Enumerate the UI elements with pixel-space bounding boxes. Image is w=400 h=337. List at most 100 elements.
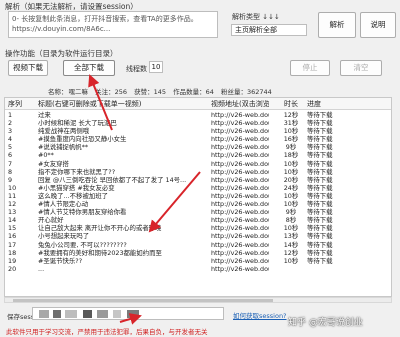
table-row[interactable]: 19 #圣诞节快乐?? http://v26-web.douyi... 10秒等待下载 bbox=[5, 256, 391, 265]
row-index: 13 bbox=[8, 208, 17, 217]
row-title: 回复 @八三倒吃吞论 早回依都了不起了发了 14号... bbox=[38, 175, 187, 184]
table-row[interactable]: 17 兔兔小公司要, 不可以???????? http://v26-web.douy… bbox=[5, 240, 391, 249]
table-row[interactable]: 8 指不定你哪下来也就黑了?? http://v26-web.douyi... 10秒… bbox=[5, 167, 391, 176]
table-row[interactable]: 1 过来 http://v26-web.douyi... 12秒等待下载 bbox=[5, 111, 391, 119]
header-url: 视频地址(双击浏览) bbox=[211, 100, 269, 108]
row-status: 等待下载 bbox=[307, 216, 333, 225]
video-download-button[interactable]: 视频下载 bbox=[8, 60, 48, 76]
table-row[interactable]: 3 纯爱战神在两侧哦 http://v26-web.douyi... 10秒等待下载 bbox=[5, 127, 391, 136]
redacted-mosaic bbox=[127, 310, 139, 318]
row-url: http://v26-web.douyi... bbox=[211, 119, 269, 128]
row-index: 4 bbox=[8, 135, 13, 144]
table-row[interactable]: 15 让自己敌大起来 离开让你不开心的或者环境 http://v26-web.dou… bbox=[5, 224, 391, 233]
row-status: 等待下载 bbox=[307, 208, 333, 217]
table-row[interactable]: 18 #我要拥有的美好和期待2023都能如约而至 http://v26-web.do… bbox=[5, 248, 391, 257]
redacted-mosaic bbox=[39, 310, 49, 318]
row-index: 10 bbox=[8, 183, 17, 192]
fans-count: 粉丝量：362744 bbox=[220, 88, 272, 96]
row-index: 17 bbox=[8, 240, 17, 249]
row-duration: 9秒 bbox=[285, 208, 297, 217]
threads-input[interactable]: 10 bbox=[149, 61, 163, 73]
row-status: 等待下载 bbox=[307, 224, 333, 233]
name-label: 名称： bbox=[48, 88, 68, 96]
table-row[interactable]: 10 #小黑猫穿搭 #我女友必变 http://v26-web.douyi... 24… bbox=[5, 183, 391, 192]
watermark: 知乎 @宏哥说创业 bbox=[288, 318, 363, 328]
row-url: http://v26-web.douyi... bbox=[211, 159, 269, 168]
table-row[interactable]: 7 #女友穿搭 http://v26-web.douyi... 10秒等待下载 bbox=[5, 159, 391, 168]
name-value: 嘿二嘛 bbox=[68, 88, 89, 96]
row-index: 20 bbox=[8, 264, 17, 273]
app-window: 解析（如果无法解析，请设置session） 0- 长按复制此条消息，打开抖音搜索… bbox=[0, 0, 400, 337]
ops-group-title: 操作功能（目录为软件运行目录） bbox=[5, 49, 118, 58]
row-status: 等待下载 bbox=[307, 232, 333, 241]
row-index: 16 bbox=[8, 232, 17, 241]
row-index: 8 bbox=[8, 167, 13, 176]
row-duration: 10秒 bbox=[283, 127, 299, 136]
video-table[interactable]: 序列 标题(右键可删除或下载单一视频) 视频地址(双击浏览) 时长 进度 1 过来… bbox=[4, 97, 392, 297]
row-status: 等待下载 bbox=[307, 248, 333, 257]
row-title: #女友穿搭 bbox=[38, 159, 69, 168]
clear-button[interactable]: 清空 bbox=[340, 60, 382, 76]
row-duration: 24秒 bbox=[283, 183, 299, 192]
row-title: #情人节艾特你男朋友穿给你看 bbox=[38, 208, 127, 217]
table-row[interactable]: 5 #说说捕捉帆帆** http://v26-web.douyi... 9秒 等待下载 bbox=[5, 143, 391, 152]
row-duration: 16秒 bbox=[283, 135, 299, 144]
row-url: http://v26-web.douyi... bbox=[211, 208, 269, 217]
session-help-link[interactable]: 如何获取session? bbox=[233, 310, 287, 320]
row-duration: 10秒 bbox=[283, 224, 299, 233]
row-duration: 8秒 bbox=[285, 216, 297, 225]
row-index: 14 bbox=[8, 216, 17, 225]
row-index: 11 bbox=[8, 191, 17, 200]
table-row[interactable]: 13 #情人节艾特你男朋友穿给你看 http://v26-web.douyi... 9… bbox=[5, 208, 391, 217]
row-duration: 13秒 bbox=[283, 232, 299, 241]
row-title: 过来 bbox=[38, 111, 51, 119]
row-title: ... bbox=[38, 264, 45, 273]
parse-type-select[interactable]: 主页解析全部 bbox=[231, 24, 307, 36]
session-input[interactable] bbox=[32, 307, 224, 320]
scrollbar-thumb[interactable] bbox=[13, 299, 273, 302]
stop-button[interactable]: 停止 bbox=[290, 60, 330, 76]
row-index: 5 bbox=[8, 143, 13, 152]
table-body: 1过来http://v26-web.douyi...12秒等待下载2小时候和稀泥… bbox=[5, 111, 391, 273]
row-title: 兔兔小公司要, 不可以???????? bbox=[38, 240, 127, 249]
header-duration: 时长 bbox=[284, 100, 298, 108]
row-title: 开心就好 bbox=[38, 216, 64, 225]
table-row[interactable]: 20... http://v26-web.douyi... bbox=[5, 264, 391, 273]
row-status: 等待下载 bbox=[307, 200, 333, 209]
parse-button[interactable]: 解析 bbox=[318, 12, 356, 38]
redacted-mosaic bbox=[65, 310, 77, 318]
row-url: http://v26-web.douyi... bbox=[211, 111, 269, 119]
row-status: 等待下载 bbox=[307, 127, 333, 136]
table-row[interactable]: 14 开心就好 http://v26-web.douyi... 8秒 等待下载 bbox=[5, 216, 391, 225]
row-url: http://v26-web.douyi... bbox=[211, 135, 269, 144]
row-url: http://v26-web.douyi... bbox=[211, 216, 269, 225]
row-index: 9 bbox=[8, 175, 13, 184]
row-duration: 31秒 bbox=[283, 119, 299, 128]
table-row[interactable]: 6 #0** http://v26-web.douyi... 18秒等待下载 bbox=[5, 151, 391, 160]
row-url: http://v26-web.douyi... bbox=[211, 256, 269, 265]
table-header: 序列 标题(右键可删除或下载单一视频) 视频地址(双击浏览) 时长 进度 bbox=[5, 98, 391, 110]
row-url: http://v26-web.douyi... bbox=[211, 248, 269, 257]
all-download-button[interactable]: 全部下载 bbox=[63, 60, 115, 76]
redacted-mosaic bbox=[97, 310, 108, 318]
table-row[interactable]: 12 #情人节限定心动 http://v26-web.douyi... 10秒等待下载 bbox=[5, 200, 391, 209]
row-index: 7 bbox=[8, 159, 13, 168]
row-status: 等待下载 bbox=[307, 111, 333, 119]
help-button[interactable]: 说明 bbox=[360, 12, 396, 38]
table-row[interactable]: 9 回复 @八三倒吃吞论 早回依都了不起了发了 14号... http://v26-… bbox=[5, 175, 391, 184]
table-row[interactable]: 11 这么晚了...不移被加班了 http://v26-web.douyi... 10… bbox=[5, 191, 391, 200]
table-row[interactable]: 2 小时候和稀泥 长大了玩泥巴 http://v26-web.douyi... 31秒… bbox=[5, 119, 391, 128]
row-index: 2 bbox=[8, 119, 13, 128]
account-info: 名称：嘿二嘛 关注：256 获赞：145 作品数量：64 粉丝量：362744 bbox=[48, 86, 277, 96]
row-title: 纯爱战神在两侧哦 bbox=[38, 127, 90, 136]
row-title: #0** bbox=[38, 151, 54, 160]
row-url: http://v26-web.douyi... bbox=[211, 167, 269, 176]
row-title: 小号想起来玩吗了 bbox=[38, 232, 90, 241]
share-link-input[interactable]: 0- 长按复制此条消息，打开抖音搜索，查看TA的更多作品。https://v.d… bbox=[8, 11, 218, 38]
row-status: 等待下载 bbox=[307, 119, 333, 128]
horizontal-scrollbar[interactable] bbox=[4, 297, 392, 303]
table-row[interactable]: 4 #摸鱼重度内向社恐又静小女生 http://v26-web.douyi... 16… bbox=[5, 135, 391, 144]
table-row[interactable]: 16 小号想起来玩吗了 http://v26-web.douyi... 13秒等待下载 bbox=[5, 232, 391, 241]
row-duration: 10秒 bbox=[283, 159, 299, 168]
row-duration: 18秒 bbox=[283, 151, 299, 160]
